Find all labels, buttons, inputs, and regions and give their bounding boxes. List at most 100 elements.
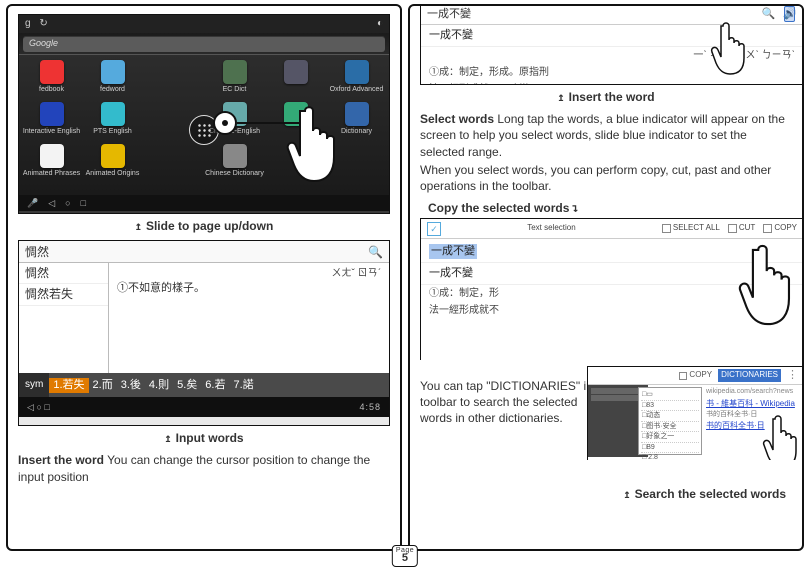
nav-bar: 🎤 ◁ ○ □ <box>19 195 389 211</box>
copy-button[interactable]: COPY <box>763 223 797 234</box>
typed-text: 惆然 <box>25 244 49 260</box>
up-arrow-icon: ↥ <box>164 431 171 445</box>
ime-candidate[interactable]: 7.諾 <box>229 378 257 393</box>
app-icon[interactable]: Animated Phrases <box>21 143 82 185</box>
brightness-icon: ◐ <box>377 17 383 31</box>
app-icon[interactable]: Dictionary <box>326 101 387 143</box>
insert-word-lead: Insert the word <box>18 453 104 467</box>
refresh-icon: ↻ <box>39 18 47 29</box>
caption-insert-right: ↥Insert the word <box>420 89 792 105</box>
search-results: wikipedia.com/search?news 书 - 維基百科 - Wik… <box>702 385 803 457</box>
search-icon[interactable]: 🔍 <box>368 244 383 260</box>
list-item[interactable]: □好象之一 <box>641 432 699 442</box>
recent-icon[interactable]: □ <box>44 402 49 412</box>
copy-icon <box>679 372 687 380</box>
app-icon[interactable]: fedword <box>82 59 143 101</box>
dictionary-popup-list[interactable]: □▭ □83 □动态 □图书·安全 □好象之一 □B9 □ 2.8 <box>638 387 702 455</box>
home-icon[interactable]: ○ <box>36 402 41 412</box>
search-screenshot: COPY DICTIONARIES ⋮ □▭ □83 □动态 □图书·安全 □好… <box>587 366 803 460</box>
ime-candidate[interactable]: 3.後 <box>117 378 145 393</box>
typed-text: 一成不變 <box>427 7 471 22</box>
slide-arrow-icon <box>237 122 307 124</box>
select-words-paragraph-2: When you select words, you can perform c… <box>420 162 792 194</box>
ime-candidate[interactable]: 1.若失 <box>49 378 88 393</box>
app-icon[interactable]: Chinese Dictionary <box>204 143 265 185</box>
headword-row: 一成不變 <box>421 263 803 285</box>
cursor-indicator <box>784 6 795 22</box>
home-icon[interactable]: ○ <box>65 197 70 209</box>
app-icon[interactable] <box>265 59 326 101</box>
ime-candidate[interactable]: 5.矣 <box>173 378 201 393</box>
g-icon: g <box>25 18 31 29</box>
cut-icon <box>728 224 737 233</box>
dict-search-bar[interactable]: 惆然 🔍 <box>19 241 389 263</box>
result-url: wikipedia.com/search?news <box>706 387 799 396</box>
up-arrow-icon: ↥ <box>135 219 142 233</box>
down-arrow-icon: ↴ <box>571 201 578 215</box>
page-number-badge: Page 5 <box>392 545 418 567</box>
app-icon[interactable]: Interactive English <box>21 101 82 143</box>
overflow-icon[interactable]: ⋮ <box>787 368 799 383</box>
toolbar-title: Text selection <box>527 223 575 234</box>
copy-icon <box>763 224 772 233</box>
dict-screenshot-top: 一成不變 🔍 🔊 一成不變 一ˋ ㄔㄥˊ ㄅㄨˋ ㄅㄧㄢˋ ①成：制定，形成。原… <box>420 5 803 85</box>
definition-line: 法一經形成就不 <box>421 302 803 319</box>
definition-line: 法一經形成就不可改變。 <box>421 81 803 85</box>
app-icon[interactable]: PTS English <box>82 101 143 143</box>
status-bar: g ↻ ◐ <box>19 15 389 33</box>
mic-icon[interactable]: 🎤 <box>27 197 38 209</box>
dictionaries-button[interactable]: DICTIONARIES <box>718 369 781 382</box>
slide-origin-indicator <box>213 111 237 135</box>
caption-input: ↥Input words <box>18 430 390 446</box>
select-words-paragraph: Select words Long tap the words, a blue … <box>420 111 792 160</box>
app-icon[interactable]: Oxford Advanced <box>326 59 387 101</box>
selected-text[interactable]: 一成不變 <box>429 244 477 259</box>
homescreen-screenshot: g ↻ ◐ Google fedbook fedword EC Dict Oxf… <box>18 14 390 214</box>
left-column: g ↻ ◐ Google fedbook fedword EC Dict Oxf… <box>6 4 402 551</box>
list-item[interactable]: □▭ <box>641 390 699 400</box>
right-column: 一成不變 🔍 🔊 一成不變 一ˋ ㄔㄥˊ ㄅㄨˋ ㄅㄧㄢˋ ①成：制定，形成。原… <box>408 4 804 551</box>
definition-text: ①不如意的樣子。 <box>117 281 381 296</box>
result-link[interactable]: 书 - 維基百科 - Wikipedia <box>706 399 799 410</box>
recent-icon[interactable]: □ <box>81 197 86 209</box>
list-item[interactable]: □动态 <box>641 411 699 421</box>
caption-slide: ↥Slide to page up/down <box>18 218 390 234</box>
list-item[interactable]: □ 2.8 <box>641 453 699 460</box>
copy-button[interactable]: COPY <box>679 370 712 381</box>
up-arrow-icon: ↥ <box>557 90 564 104</box>
app-icon[interactable]: Animated Origins <box>82 143 143 185</box>
list-item[interactable]: 惆然若失 <box>19 284 108 305</box>
back-icon[interactable]: ◁ <box>27 402 34 412</box>
definition-pane: ㄨㄤˇ ㄖㄢˊ ①不如意的樣子。 <box>109 263 389 373</box>
select-all-button[interactable]: SELECT ALL <box>662 223 720 234</box>
app-icon[interactable]: fedbook <box>21 59 82 101</box>
search-icon[interactable]: 🔍 <box>762 7 776 22</box>
app-icon[interactable]: EC Dict <box>204 59 265 101</box>
copy-subheader: Copy the selected words↴ <box>428 200 792 216</box>
ime-bar[interactable]: sym 1.若失 2.而 3.後 4.則 5.矣 6.若 7.諾 <box>19 373 389 397</box>
ime-candidate[interactable]: 2.而 <box>89 378 117 393</box>
nav-bar: ◁ ○ □ 4:58 <box>19 397 389 417</box>
list-item[interactable]: □图书·安全 <box>641 422 699 432</box>
select-all-icon <box>662 224 671 233</box>
selection-screenshot: ✓ Text selection SELECT ALL CUT COPY 一成不… <box>420 218 803 360</box>
search-bar[interactable]: Google <box>19 33 389 55</box>
ime-sym-button[interactable]: sym <box>19 373 49 397</box>
definition-line: ①成：制定，形 <box>421 285 803 302</box>
up-arrow-icon: ↥ <box>623 487 630 501</box>
ime-candidate[interactable]: 6.若 <box>201 378 229 393</box>
list-item[interactable]: □83 <box>641 401 699 411</box>
caption-search: ↥Search the selected words <box>420 486 786 502</box>
cut-button[interactable]: CUT <box>728 223 755 234</box>
list-item[interactable]: □B9 <box>641 443 699 453</box>
text-selection-toolbar: ✓ Text selection SELECT ALL CUT COPY <box>421 219 803 239</box>
search-input[interactable]: Google <box>23 36 385 52</box>
done-button[interactable]: ✓ <box>427 222 441 236</box>
suggestion-list[interactable]: 惆然 惆然若失 <box>19 263 109 373</box>
ime-candidate[interactable]: 4.則 <box>145 378 173 393</box>
clock: 4:58 <box>359 401 381 413</box>
select-words-lead: Select words <box>420 112 494 126</box>
list-item[interactable]: 惆然 <box>19 263 108 284</box>
input-screenshot: 惆然 🔍 惆然 惆然若失 ㄨㄤˇ ㄖㄢˊ ①不如意的樣子。 sym 1.若失 2… <box>18 240 390 426</box>
back-icon[interactable]: ◁ <box>48 197 55 209</box>
